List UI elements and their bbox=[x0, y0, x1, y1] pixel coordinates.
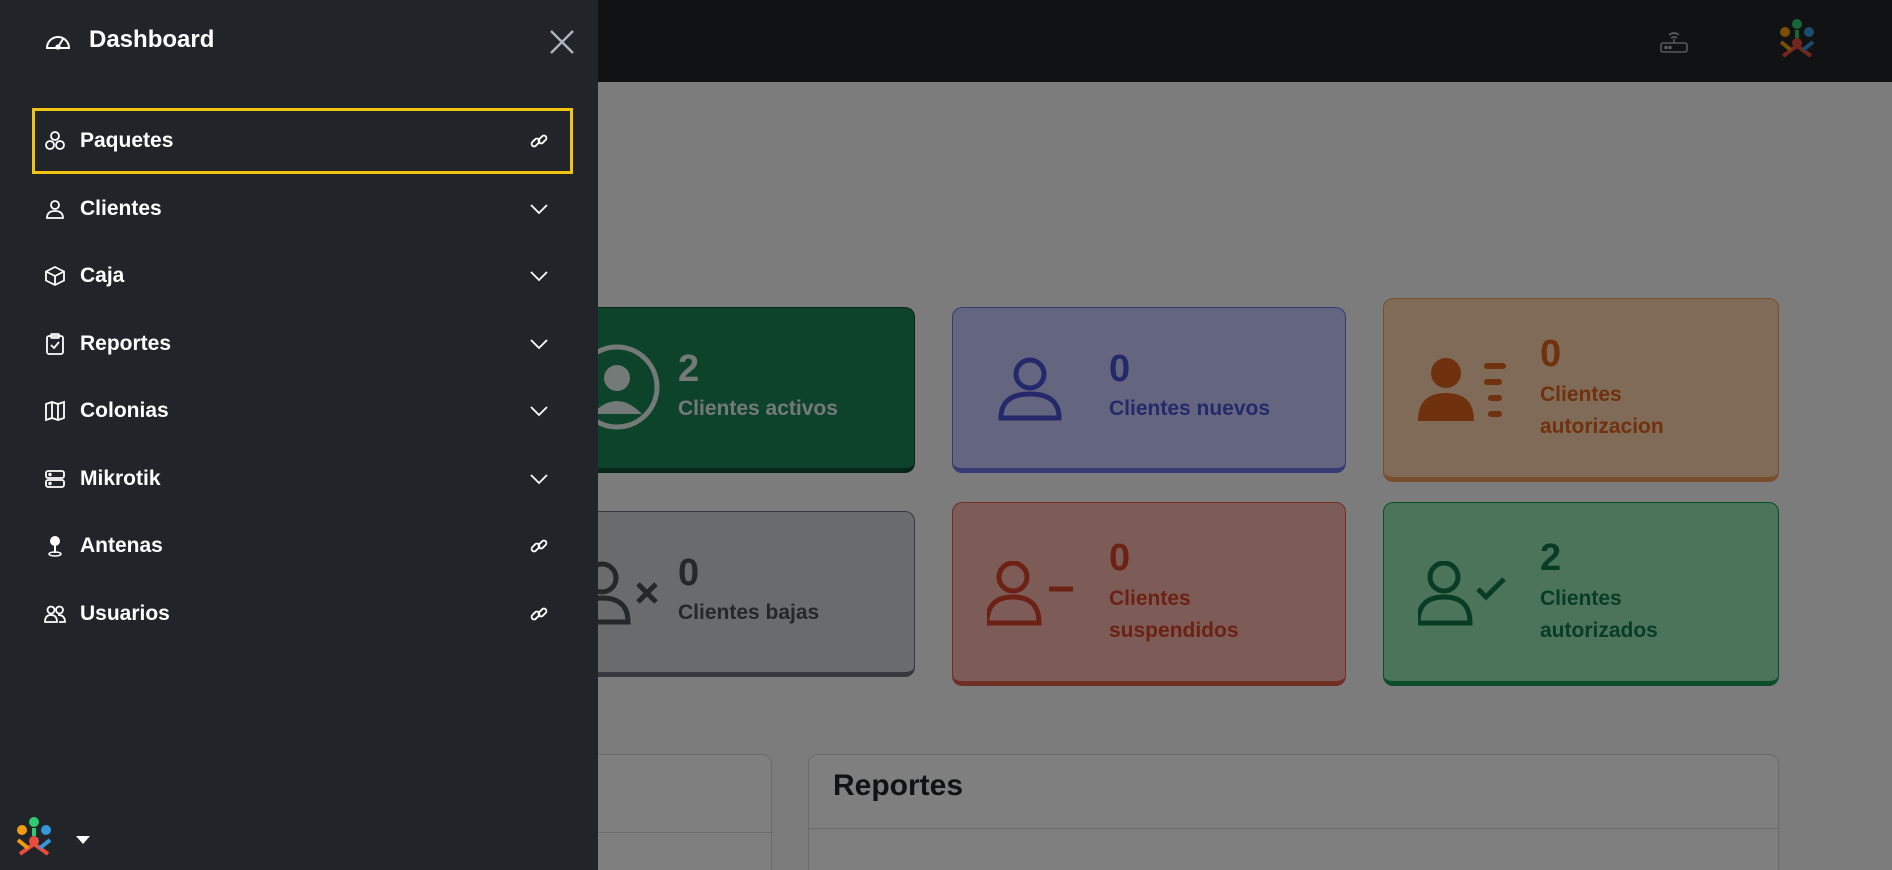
sidebar-item-label: Usuarios bbox=[80, 602, 170, 625]
sidebar-item-label: Mikrotik bbox=[80, 467, 161, 490]
sidebar-item-label: Reportes bbox=[80, 332, 172, 355]
sidebar-item-reportes[interactable]: Reportes bbox=[32, 311, 573, 377]
sidebar-item-clientes[interactable]: Clientes bbox=[32, 176, 573, 242]
sidebar-header: Dashboard bbox=[0, 0, 598, 84]
chevron-down-icon bbox=[530, 339, 548, 350]
sidebar-item-antenas[interactable]: Antenas bbox=[32, 513, 573, 579]
sidebar-item-paquetes[interactable]: Paquetes bbox=[32, 108, 573, 174]
sidebar-item-label: Caja bbox=[80, 264, 125, 287]
box-icon bbox=[45, 265, 65, 287]
server-icon bbox=[45, 470, 65, 488]
user-avatar-logo[interactable] bbox=[10, 814, 58, 862]
boxes-icon bbox=[45, 131, 65, 150]
clipboard-check-icon bbox=[46, 333, 64, 355]
chevron-down-icon bbox=[530, 406, 548, 417]
sidebar-item-label: Clientes bbox=[80, 197, 162, 220]
speedometer-icon bbox=[45, 36, 71, 50]
pin-icon bbox=[48, 536, 62, 557]
link-icon bbox=[530, 134, 548, 148]
sidebar-item-colonias[interactable]: Colonias bbox=[32, 378, 573, 444]
sidebar-item-usuarios[interactable]: Usuarios bbox=[32, 581, 573, 647]
sidebar: Dashboard Paquetes Clientes Caja Reporte… bbox=[0, 0, 598, 870]
chevron-down-icon bbox=[530, 474, 548, 485]
close-icon[interactable] bbox=[546, 26, 578, 58]
chevron-down-icon bbox=[530, 271, 548, 282]
sidebar-item-label: Antenas bbox=[80, 534, 163, 557]
people-icon bbox=[44, 605, 66, 623]
chevron-down-icon bbox=[530, 204, 548, 215]
user-menu[interactable] bbox=[10, 814, 100, 864]
sidebar-item-label: Colonias bbox=[80, 399, 169, 422]
sidebar-item-caja[interactable]: Caja bbox=[32, 243, 573, 309]
caret-down-icon[interactable] bbox=[76, 836, 90, 844]
sidebar-title[interactable]: Dashboard bbox=[89, 26, 214, 54]
person-icon bbox=[46, 200, 64, 219]
sidebar-item-label: Paquetes bbox=[80, 129, 174, 152]
map-icon bbox=[45, 400, 65, 422]
link-icon bbox=[530, 607, 548, 621]
sidebar-item-mikrotik[interactable]: Mikrotik bbox=[32, 446, 573, 512]
link-icon bbox=[530, 539, 548, 553]
